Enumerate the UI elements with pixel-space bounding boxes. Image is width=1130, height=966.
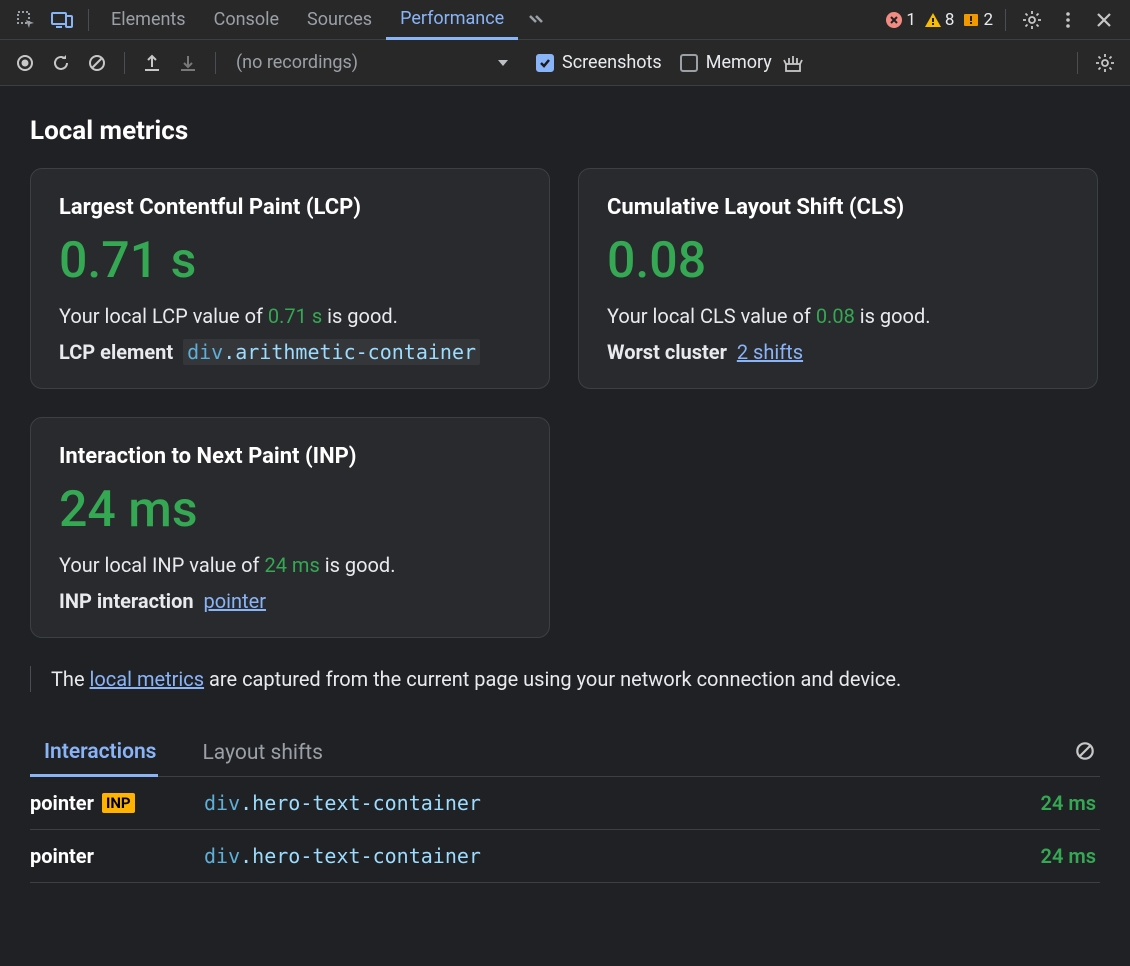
capture-settings-gear-icon[interactable] bbox=[1090, 48, 1120, 78]
performance-panel: Local metrics Largest Contentful Paint (… bbox=[0, 86, 1130, 966]
inp-value: 24 ms bbox=[59, 481, 521, 539]
memory-label: Memory bbox=[706, 52, 772, 73]
upload-profile-icon[interactable] bbox=[137, 48, 167, 78]
lcp-element-link[interactable]: div.arithmetic-container bbox=[183, 339, 480, 365]
inspect-element-icon[interactable] bbox=[12, 6, 40, 34]
section-title: Local metrics bbox=[30, 116, 1100, 146]
interaction-duration: 24 ms bbox=[1041, 844, 1100, 868]
tab-console[interactable]: Console bbox=[200, 0, 293, 39]
inp-card: Interaction to Next Paint (INP) 24 ms Yo… bbox=[30, 417, 550, 638]
table-row[interactable]: pointer INP div.hero-text-container 24 m… bbox=[30, 777, 1100, 830]
warning-count-value: 8 bbox=[945, 10, 955, 30]
error-count[interactable]: 1 bbox=[885, 10, 916, 30]
divider bbox=[215, 52, 216, 74]
recordings-select-label: (no recordings) bbox=[236, 52, 358, 73]
more-tabs-chevron-icon[interactable] bbox=[522, 6, 550, 34]
interaction-element-link[interactable]: div.hero-text-container bbox=[200, 843, 485, 869]
inp-badge: INP bbox=[102, 793, 135, 813]
tab-elements[interactable]: Elements bbox=[97, 0, 200, 39]
interaction-element-link[interactable]: div.hero-text-container bbox=[200, 790, 485, 816]
close-icon[interactable] bbox=[1090, 6, 1118, 34]
info-strip: The local metrics are captured from the … bbox=[30, 666, 1100, 692]
tab-layout-shifts[interactable]: Layout shifts bbox=[188, 733, 325, 775]
interaction-kind: pointer bbox=[30, 791, 94, 815]
divider bbox=[88, 9, 89, 31]
checkbox-checked-icon bbox=[536, 54, 554, 72]
chevron-down-icon bbox=[496, 56, 510, 70]
inp-interaction-link[interactable]: pointer bbox=[204, 589, 266, 613]
clear-interactions-icon[interactable] bbox=[1070, 736, 1100, 766]
cls-title: Cumulative Layout Shift (CLS) bbox=[607, 195, 1069, 220]
recordings-select[interactable]: (no recordings) bbox=[228, 50, 518, 75]
reload-record-button[interactable] bbox=[46, 48, 76, 78]
issues-count-value: 2 bbox=[983, 10, 993, 30]
memory-checkbox[interactable]: Memory bbox=[680, 52, 772, 73]
cls-detail: Worst cluster 2 shifts bbox=[607, 340, 1069, 364]
screenshots-checkbox[interactable]: Screenshots bbox=[536, 52, 662, 73]
clear-button[interactable] bbox=[82, 48, 112, 78]
cls-card: Cumulative Layout Shift (CLS) 0.08 Your … bbox=[578, 168, 1098, 389]
inp-detail: INP interaction pointer bbox=[59, 589, 521, 613]
cls-summary: Your local CLS value of 0.08 is good. bbox=[607, 304, 1069, 328]
download-profile-icon[interactable] bbox=[173, 48, 203, 78]
metric-cards: Largest Contentful Paint (LCP) 0.71 s Yo… bbox=[30, 168, 1100, 638]
error-count-value: 1 bbox=[906, 10, 916, 30]
lcp-card: Largest Contentful Paint (LCP) 0.71 s Yo… bbox=[30, 168, 550, 389]
inp-summary: Your local INP value of 24 ms is good. bbox=[59, 553, 521, 577]
warning-count[interactable]: 8 bbox=[924, 10, 955, 30]
lcp-value: 0.71 s bbox=[59, 232, 521, 290]
screenshots-label: Screenshots bbox=[562, 52, 662, 73]
interaction-kind: pointer bbox=[30, 844, 94, 868]
divider bbox=[1077, 52, 1078, 74]
cls-value: 0.08 bbox=[607, 232, 1069, 290]
divider bbox=[30, 666, 31, 692]
issues-count[interactable]: 2 bbox=[962, 10, 993, 30]
settings-gear-icon[interactable] bbox=[1018, 6, 1046, 34]
divider bbox=[124, 52, 125, 74]
interactions-table: pointer INP div.hero-text-container 24 m… bbox=[30, 777, 1100, 883]
lcp-detail: LCP element div.arithmetic-container bbox=[59, 340, 521, 364]
local-metrics-link[interactable]: local metrics bbox=[90, 667, 205, 691]
performance-toolbar: (no recordings) Screenshots Memory bbox=[0, 40, 1130, 86]
device-toolbar-icon[interactable] bbox=[48, 6, 76, 34]
collect-garbage-icon[interactable] bbox=[778, 48, 808, 78]
divider bbox=[1005, 9, 1006, 31]
tab-performance[interactable]: Performance bbox=[386, 1, 518, 40]
lcp-summary: Your local LCP value of 0.71 s is good. bbox=[59, 304, 521, 328]
interaction-duration: 24 ms bbox=[1041, 791, 1100, 815]
cls-shifts-link[interactable]: 2 shifts bbox=[737, 340, 803, 364]
devtools-tabstrip: Elements Console Sources Performance 1 8… bbox=[0, 0, 1130, 40]
kebab-menu-icon[interactable] bbox=[1054, 6, 1082, 34]
bottom-tabs: Interactions Layout shifts bbox=[30, 732, 1100, 777]
tab-interactions[interactable]: Interactions bbox=[30, 732, 158, 777]
inp-title: Interaction to Next Paint (INP) bbox=[59, 444, 521, 469]
record-button[interactable] bbox=[10, 48, 40, 78]
table-row[interactable]: pointer div.hero-text-container 24 ms bbox=[30, 830, 1100, 883]
lcp-title: Largest Contentful Paint (LCP) bbox=[59, 195, 521, 220]
tab-sources[interactable]: Sources bbox=[293, 0, 386, 39]
checkbox-empty-icon bbox=[680, 54, 698, 72]
